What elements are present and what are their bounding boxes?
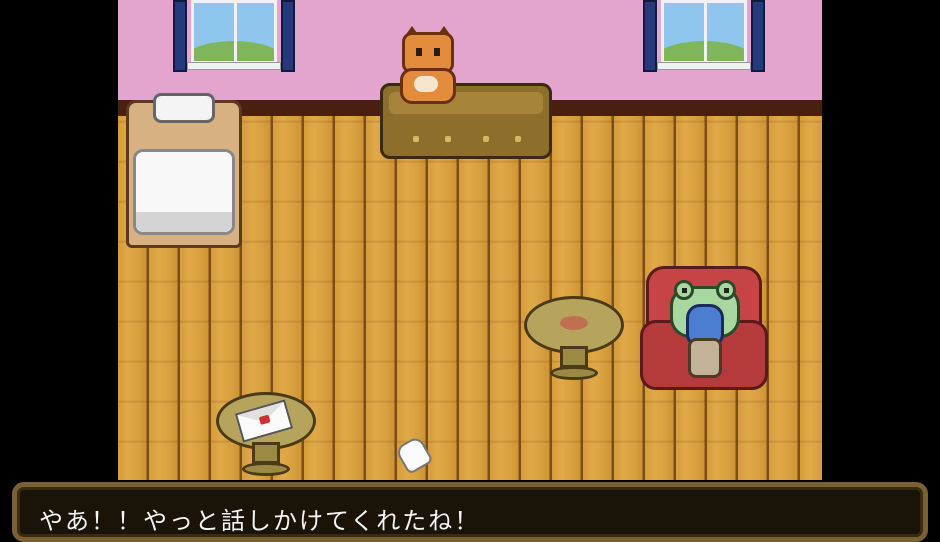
curtain-left <box>173 0 187 72</box>
window-pane <box>191 0 277 64</box>
frog-eye <box>716 280 736 300</box>
cat-belly <box>414 76 438 92</box>
curtain-right <box>751 0 765 72</box>
pillow <box>153 93 215 123</box>
cat-eye <box>434 48 440 56</box>
table-leg <box>560 346 588 368</box>
dialog-box[interactable]: やあ！！やっと話しかけてくれたね！ <box>12 482 928 542</box>
heart-seal-icon <box>258 414 271 425</box>
character-coat <box>688 338 722 378</box>
cat-sprite[interactable] <box>396 26 460 106</box>
round-table[interactable] <box>524 296 624 380</box>
table-mat <box>560 316 588 330</box>
cabinet-knob <box>483 136 489 142</box>
window-sill <box>657 62 751 70</box>
armchair[interactable] <box>640 266 768 390</box>
window-sill <box>187 62 281 70</box>
window-pane <box>661 0 747 64</box>
curtain-right <box>281 0 295 72</box>
blanket <box>133 149 235 235</box>
window-left <box>173 0 295 72</box>
cabinet-knob <box>445 136 451 142</box>
window-right <box>643 0 765 72</box>
game-room <box>118 0 822 480</box>
curtain-left <box>643 0 657 72</box>
frog-hood-character[interactable] <box>670 280 740 384</box>
cat-eye <box>416 48 422 56</box>
bed[interactable] <box>126 93 242 248</box>
table-foot <box>550 366 598 380</box>
table-leg <box>252 442 280 464</box>
frog-eye <box>674 280 694 300</box>
cabinet-knob <box>515 136 521 142</box>
dialog-text: やあ！！やっと話しかけてくれたね！ <box>39 507 481 535</box>
cabinet-knob <box>413 136 419 142</box>
small-table[interactable] <box>216 392 316 476</box>
table-foot <box>242 462 290 476</box>
